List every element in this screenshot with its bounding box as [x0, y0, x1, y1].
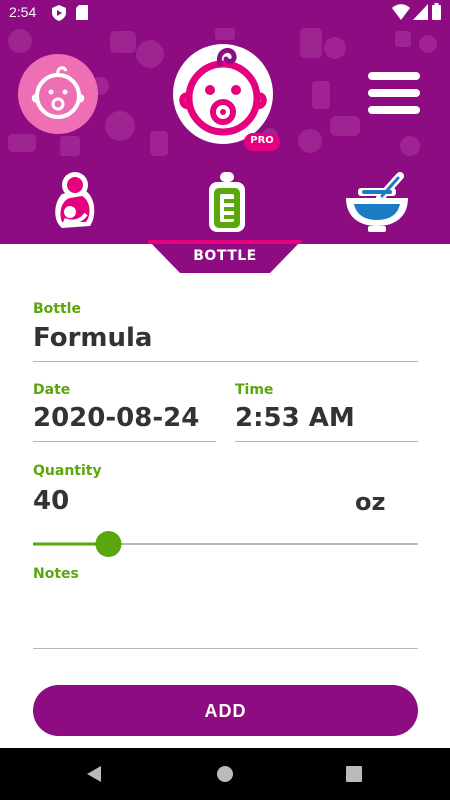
tab-solids[interactable] — [342, 168, 412, 234]
baby-profile-button[interactable] — [18, 54, 98, 134]
date-underline — [33, 441, 216, 442]
date-label: Date — [33, 382, 71, 398]
breastfeeding-icon — [55, 172, 95, 228]
feeding-tabs — [0, 158, 450, 244]
system-nav-bar — [0, 748, 450, 800]
back-icon[interactable] — [85, 765, 103, 783]
wifi-icon — [392, 4, 410, 20]
bottle-type-field[interactable]: Formula — [33, 323, 418, 359]
app-logo: PRO — [168, 40, 282, 152]
date-field[interactable]: 2020-08-24 — [33, 403, 216, 439]
app-header: PRO — [0, 26, 450, 158]
sd-card-icon — [76, 5, 88, 20]
notes-label: Notes — [33, 566, 79, 582]
active-tab-label: BOTTLE — [193, 248, 257, 264]
home-icon[interactable] — [216, 765, 234, 783]
play-protect-icon — [52, 5, 66, 21]
bottle-label: Bottle — [33, 301, 81, 317]
notes-underline — [33, 648, 418, 649]
tab-bottle[interactable] — [192, 168, 262, 234]
notes-field[interactable] — [33, 600, 418, 644]
menu-icon — [368, 72, 420, 80]
battery-icon — [432, 3, 441, 20]
quantity-label: Quantity — [33, 463, 102, 479]
menu-button[interactable] — [368, 72, 420, 114]
baby-face-icon — [31, 66, 85, 119]
time-label: Time — [235, 382, 274, 398]
quantity-slider[interactable] — [33, 530, 418, 558]
quantity-unit[interactable]: oz — [355, 488, 385, 516]
quantity-value[interactable]: 40 — [33, 486, 333, 520]
add-button[interactable]: ADD — [33, 685, 418, 736]
status-time: 2:54 — [9, 4, 37, 20]
food-bowl-icon — [346, 172, 408, 232]
tab-breastfeeding[interactable] — [40, 168, 110, 234]
bottle-icon — [209, 172, 245, 232]
recents-icon[interactable] — [346, 766, 362, 782]
active-tab-indicator: BOTTLE — [148, 240, 302, 273]
slider-thumb — [95, 531, 122, 557]
signal-icon — [413, 4, 428, 20]
time-underline — [235, 441, 418, 442]
bottle-underline — [33, 361, 418, 362]
time-field[interactable]: 2:53 AM — [235, 403, 418, 439]
pro-badge: PRO — [250, 135, 274, 146]
status-bar: 2:54 — [0, 0, 450, 26]
